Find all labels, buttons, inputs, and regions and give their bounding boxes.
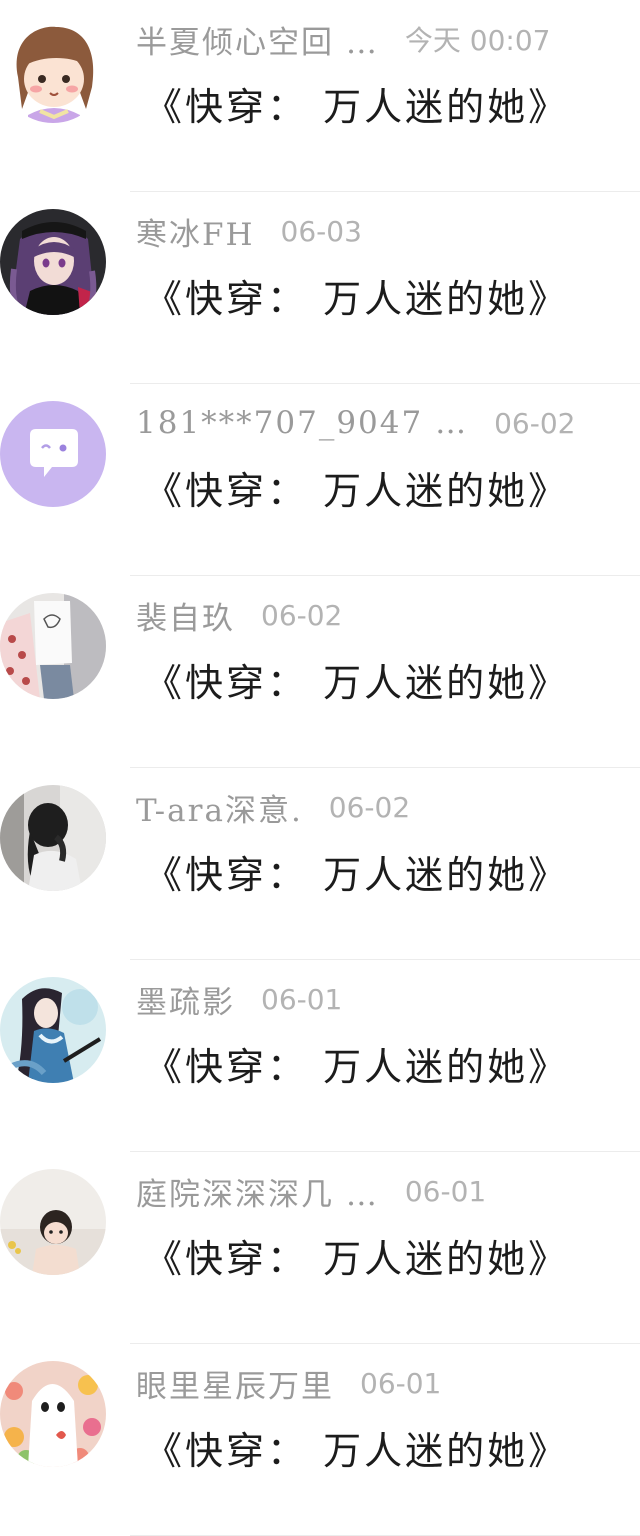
comment-item[interactable]: 眼里星辰万里 06-01 《快穿： 万人迷的她》 [0,1344,640,1536]
default-chat-avatar [0,401,106,507]
timestamp: 06-01 [404,1174,487,1208]
comment-text: 《快穿： 万人迷的她》 [144,85,570,129]
timestamp: 06-03 [280,214,362,248]
comment-item[interactable]: 寒冰FH 06-03 《快穿： 万人迷的她》 [0,192,640,384]
username[interactable]: 眼里星辰万里 [136,1361,334,1406]
timestamp: 今天 00:07 [404,24,551,57]
timestamp: 06-02 [494,406,576,440]
username[interactable]: 半夏倾心空回 … [136,17,379,62]
ghost-flowers-avatar [0,1361,106,1467]
comment-meta: 半夏倾心空回 … 今天 00:07 [136,14,550,64]
comment-meta: 眼里星辰万里 06-01 [136,1358,441,1408]
comment-text: 《快穿： 万人迷的她》 [144,1237,570,1281]
comment-meta: 181***707_9047 … 06-02 [136,398,575,448]
comment-meta: 裴自玖 06-02 [136,590,342,640]
username[interactable]: 庭院深深深几 … [136,1169,379,1214]
comment-item[interactable]: 庭院深深深几 … 06-01 《快穿： 万人迷的她》 [0,1152,640,1344]
avatar[interactable] [0,593,106,699]
comment-meta: T-ara深意. 06-02 [136,782,410,832]
comment-item[interactable]: 半夏倾心空回 … 今天 00:07 《快穿： 万人迷的她》 [0,0,640,192]
timestamp: 06-02 [261,598,343,632]
comment-text: 《快穿： 万人迷的她》 [144,277,570,321]
comment-text: 《快穿： 万人迷的她》 [144,469,570,513]
timestamp: 06-01 [360,1366,442,1400]
comment-meta: 墨疏影 06-01 [136,974,342,1024]
username[interactable]: 裴自玖 [136,593,235,638]
timestamp: 06-01 [261,982,343,1016]
comment-item[interactable]: 裴自玖 06-02 《快穿： 万人迷的她》 [0,576,640,768]
username[interactable]: 寒冰FH [136,209,255,254]
comment-text: 《快穿： 万人迷的她》 [144,661,570,705]
avatar[interactable] [0,17,106,123]
anime-girl-avatar [0,209,106,315]
comment-item[interactable]: T-ara深意. 06-02 《快穿： 万人迷的她》 [0,768,640,960]
timestamp: 06-02 [328,790,411,824]
avatar[interactable] [0,1361,106,1467]
comment-list: 半夏倾心空回 … 今天 00:07 《快穿： 万人迷的她》 寒冰FH 06-03… [0,0,640,1536]
baby-photo-avatar [0,1169,106,1275]
username[interactable]: 181***707_9047 … [136,405,468,441]
username[interactable]: 墨疏影 [136,977,235,1022]
avatar[interactable] [0,209,106,315]
anime-swordsman-avatar [0,977,106,1083]
avatar[interactable] [0,401,106,507]
comment-item[interactable]: 墨疏影 06-01 《快穿： 万人迷的她》 [0,960,640,1152]
comment-meta: 寒冰FH 06-03 [136,206,362,256]
comment-text: 《快穿： 万人迷的她》 [144,1429,570,1473]
comment-meta: 庭院深深深几 … 06-01 [136,1166,486,1216]
photo-avatar [0,593,106,699]
avatar[interactable] [0,1169,106,1275]
photo-avatar [0,785,106,891]
comment-text: 《快穿： 万人迷的她》 [144,853,570,897]
cartoon-girl-avatar [0,17,106,123]
comment-item[interactable]: 181***707_9047 … 06-02 《快穿： 万人迷的她》 [0,384,640,576]
comment-text: 《快穿： 万人迷的她》 [144,1045,570,1089]
username[interactable]: T-ara深意. [136,785,303,830]
avatar[interactable] [0,977,106,1083]
avatar[interactable] [0,785,106,891]
